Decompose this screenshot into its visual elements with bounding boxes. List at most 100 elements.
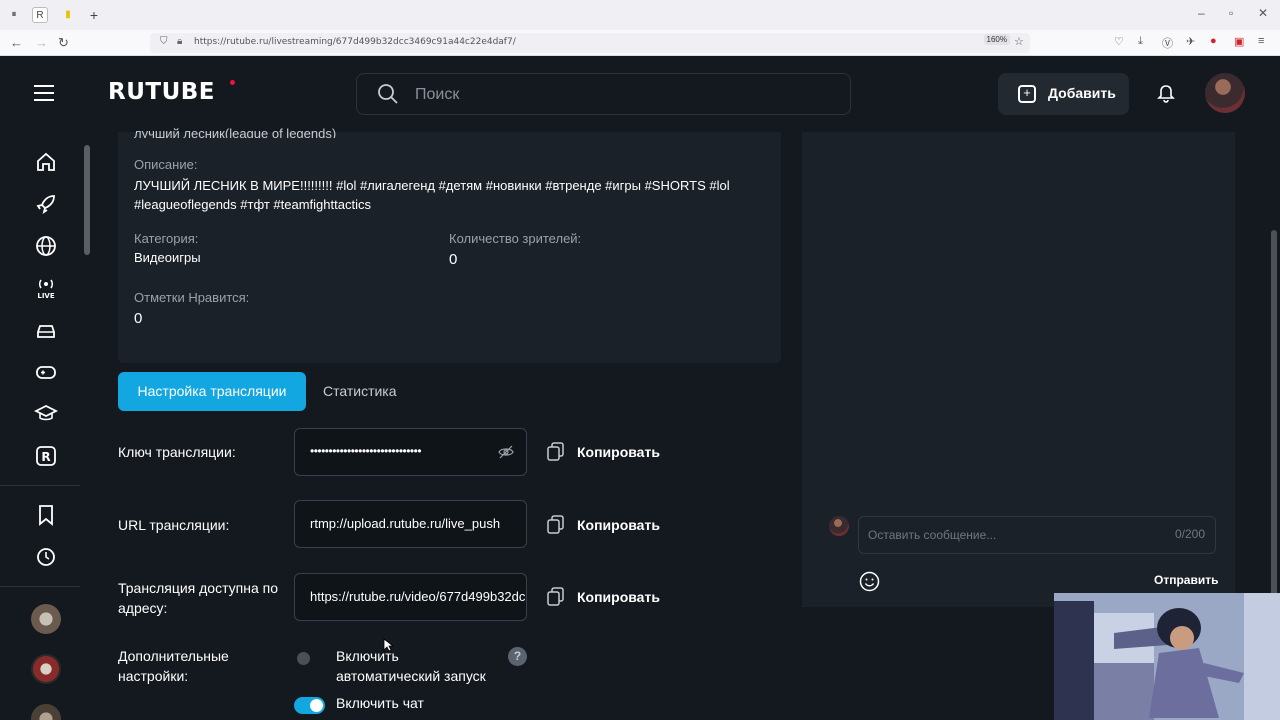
search-placeholder: Поиск xyxy=(415,86,460,103)
extension-badge-icon[interactable]: ▣ xyxy=(1234,35,1244,48)
rutube-tab-favicon[interactable]: R xyxy=(32,7,48,23)
help-icon[interactable]: ? xyxy=(508,647,527,666)
bookmark-star-icon[interactable]: ☆ xyxy=(1014,35,1024,48)
plus-square-icon: + xyxy=(1018,85,1036,103)
stream-key-value: •••••••••••••••••••••••••••••• xyxy=(310,444,422,458)
lock-icon: 🔒︎ xyxy=(177,36,183,47)
extension-icon[interactable]: ✈ xyxy=(1186,35,1195,48)
copy-address-button[interactable]: Копировать xyxy=(547,587,667,609)
chat-message-input[interactable]: Оставить сообщение... 0/200 xyxy=(858,516,1216,554)
viewers-label: Количество зрителей: xyxy=(449,231,582,246)
gamepad-icon[interactable] xyxy=(34,360,58,384)
maximize-icon[interactable]: ▫ xyxy=(1229,6,1233,20)
chat-char-counter: 0/200 xyxy=(1174,527,1205,541)
likes-value: 0 xyxy=(134,310,143,327)
stream-url-label: URL трансляции: xyxy=(118,517,230,533)
copy-url-button[interactable]: Копировать xyxy=(547,515,667,537)
bookmark-icon[interactable] xyxy=(34,503,58,527)
chat-toggle[interactable] xyxy=(294,697,325,714)
stream-key-label: Ключ трансляции: xyxy=(118,444,236,460)
add-button[interactable]: + Добавить xyxy=(998,73,1129,115)
likes-label: Отметки Нравится: xyxy=(134,290,250,305)
shield-icon: ⛉ xyxy=(160,36,168,47)
tab-stream-settings[interactable]: Настройка трансляции xyxy=(118,372,306,411)
stream-address-label: Трансляция доступна по адресу: xyxy=(118,580,279,616)
sidebar-divider xyxy=(0,586,80,587)
pocket-icon[interactable]: ♡ xyxy=(1114,35,1124,48)
stream-address-field[interactable]: https://rutube.ru/video/677d499b32dcc346… xyxy=(294,573,527,621)
chat-user-avatar xyxy=(829,516,849,536)
extension-v-icon[interactable]: Ⓥ xyxy=(1162,35,1173,51)
viewers-value: 0 xyxy=(449,251,458,268)
category-value: Видеоигры xyxy=(134,250,201,265)
add-button-label: Добавить xyxy=(1048,85,1116,101)
subscription-avatar[interactable] xyxy=(31,654,61,684)
sidebar-scrollbar[interactable] xyxy=(82,140,92,715)
svg-text:R: R xyxy=(41,450,50,464)
svg-text:LIVE: LIVE xyxy=(37,292,54,300)
home-icon[interactable] xyxy=(34,150,58,174)
mouse-cursor-icon xyxy=(383,638,393,652)
copy-key-button[interactable]: Копировать xyxy=(547,442,667,464)
search-input[interactable]: Поиск xyxy=(356,73,851,115)
category-label: Категория: xyxy=(134,231,199,246)
close-window-icon[interactable]: ✕ xyxy=(1258,6,1268,20)
second-tab-icon[interactable]: ▮ xyxy=(60,7,76,23)
bell-icon[interactable] xyxy=(1156,84,1176,104)
send-button[interactable]: Отправить xyxy=(1154,573,1218,587)
eye-off-icon[interactable] xyxy=(498,444,514,460)
browser-url-bar: ← → ↻ ⛉ 🔒︎ https://rutube.ru/livestreami… xyxy=(0,30,1280,56)
tab-statistics[interactable]: Статистика xyxy=(323,383,397,399)
copy-label: Копировать xyxy=(577,589,660,605)
subscription-avatar[interactable] xyxy=(31,704,61,720)
copy-icon xyxy=(547,515,564,534)
search-icon xyxy=(378,84,398,104)
rutube-logo[interactable]: RUTUBE xyxy=(108,79,215,105)
sidebar-divider xyxy=(0,485,80,486)
chat-toggle-label: Включить чат xyxy=(336,695,424,711)
copy-label: Копировать xyxy=(577,444,660,460)
education-icon[interactable] xyxy=(34,402,58,426)
chat-placeholder: Оставить сообщение... xyxy=(868,528,997,542)
stream-info-card: лучший лесник(league of legends) Описани… xyxy=(118,126,781,363)
stream-url-field[interactable]: rtmp://upload.rutube.ru/live_push xyxy=(294,500,527,548)
downloads-icon[interactable]: ⤓ xyxy=(1138,35,1143,48)
rocket-icon[interactable] xyxy=(34,192,58,216)
stream-address-value: https://rutube.ru/video/677d499b32dcc346… xyxy=(310,589,526,604)
extra-settings-label: Дополнительные настройки: xyxy=(118,648,229,684)
user-avatar[interactable] xyxy=(1205,73,1245,113)
logo-dot xyxy=(230,80,235,85)
rutube-r-icon[interactable]: R xyxy=(34,444,58,468)
site-header: RUTUBE Поиск + Добавить xyxy=(0,57,1280,132)
address-field[interactable]: ⛉ 🔒︎ https://rutube.ru/livestreaming/677… xyxy=(150,33,1030,53)
tab-list-icon[interactable]: ⏸ xyxy=(6,7,22,23)
hamburger-menu-icon[interactable] xyxy=(34,85,54,101)
reload-icon[interactable]: ↻ xyxy=(58,35,69,51)
new-tab-icon[interactable]: + xyxy=(86,7,102,23)
copy-icon xyxy=(547,587,564,606)
autostart-label: Включить автоматический запуск xyxy=(336,648,486,684)
stream-url-value: rtmp://upload.rutube.ru/live_push xyxy=(310,516,501,531)
copy-icon xyxy=(547,442,564,461)
browser-tab-bar: ⏸ R ▮ + – ▫ ✕ xyxy=(0,0,1280,30)
zoom-badge[interactable]: 160% xyxy=(983,34,1010,45)
description-label: Описание: xyxy=(134,157,198,172)
stream-key-field[interactable]: •••••••••••••••••••••••••••••• xyxy=(294,428,527,476)
back-icon[interactable]: ← xyxy=(10,35,23,50)
menu-icon[interactable]: ≡ xyxy=(1258,35,1264,47)
forward-icon[interactable]: → xyxy=(35,35,48,50)
extension-red-icon[interactable]: ● xyxy=(1210,35,1217,47)
stream-title: лучший лесник(league of legends) xyxy=(134,126,337,138)
emoji-icon[interactable] xyxy=(859,571,880,592)
globe-icon[interactable] xyxy=(34,234,58,258)
copy-label: Копировать xyxy=(577,517,660,533)
left-sidebar: LIVE R xyxy=(0,132,80,720)
webcam-overlay xyxy=(1054,593,1280,720)
description-text: ЛУЧШИЙ ЛЕСНИК В МИРЕ!!!!!!!!! #lol #лига… xyxy=(134,178,730,212)
minimize-icon[interactable]: – xyxy=(1198,6,1205,20)
car-icon[interactable] xyxy=(34,318,58,342)
subscription-avatar[interactable] xyxy=(31,604,61,634)
history-icon[interactable] xyxy=(34,545,58,569)
autostart-toggle[interactable] xyxy=(294,650,325,667)
live-icon[interactable]: LIVE xyxy=(34,276,58,300)
